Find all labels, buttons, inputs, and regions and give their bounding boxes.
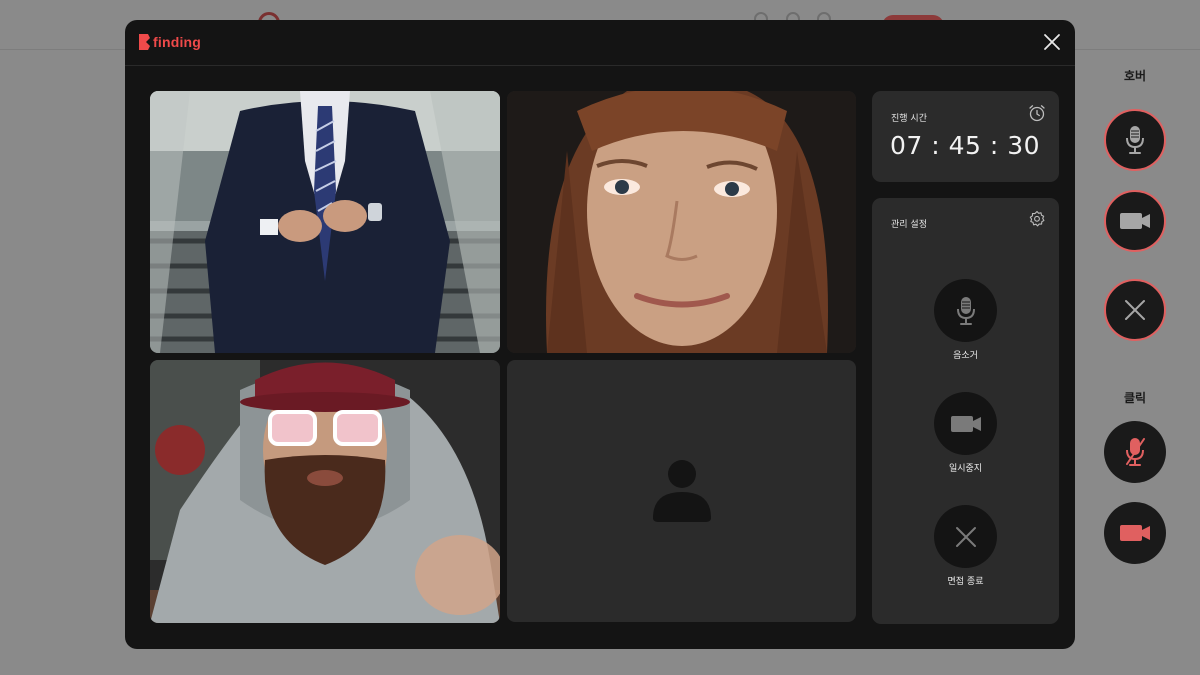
management-settings-label: 관리 설정 (891, 220, 927, 230)
brand-mark-icon (139, 34, 150, 50)
pause-video-button[interactable] (934, 392, 997, 455)
microphone-icon (1126, 126, 1144, 154)
elapsed-time-value: 07 : 45 : 30 (890, 131, 1041, 160)
clicked-mute-button[interactable] (1104, 421, 1166, 483)
clicked-video-button[interactable] (1104, 502, 1166, 564)
modal-header: finding (125, 20, 1075, 66)
pause-label: 일시중지 (948, 464, 983, 474)
close-modal-button[interactable] (1043, 33, 1061, 51)
hover-end-button[interactable] (1104, 279, 1166, 341)
hover-mute-button[interactable] (1104, 109, 1166, 171)
elapsed-time-panel: 진행 시간 07 : 45 : 30 (872, 91, 1059, 182)
video-camera-icon (1120, 213, 1150, 229)
end-interview-control: 면접 종료 (934, 505, 997, 587)
user-silhouette-icon (653, 460, 711, 522)
participant-placeholder-tile (507, 360, 856, 622)
close-icon (955, 526, 976, 547)
participant-video-woman (507, 91, 856, 353)
elapsed-time-label: 진행 시간 (891, 114, 927, 124)
end-interview-button[interactable] (934, 505, 997, 568)
video-camera-icon (1120, 525, 1150, 541)
click-state-title: 클릭 (1123, 391, 1147, 405)
microphone-icon (956, 296, 975, 325)
mute-control: 음소거 (934, 279, 997, 361)
brand-logo: finding (139, 34, 201, 50)
mute-button[interactable] (934, 279, 997, 342)
participant-video-hoodie (150, 360, 500, 623)
pause-control: 일시중지 (934, 392, 997, 474)
video-interview-modal: finding 진행 시간 07: 45: 30 관리 설정 음소거 일시중… (125, 20, 1075, 649)
mute-label: 음소거 (953, 351, 978, 361)
hover-state-title: 호버 (1123, 69, 1147, 83)
end-interview-label: 면접 종료 (947, 577, 984, 587)
close-icon (1125, 300, 1145, 320)
hover-video-button[interactable] (1104, 190, 1166, 252)
microphone-off-icon (1126, 438, 1145, 466)
video-camera-icon (950, 415, 981, 432)
participant-video-suit (150, 91, 500, 353)
gear-icon[interactable] (1028, 210, 1046, 228)
management-settings-panel: 관리 설정 음소거 일시중지 면접 종료 (872, 198, 1059, 624)
brand-name: finding (153, 34, 202, 50)
close-icon (1044, 34, 1060, 50)
alarm-clock-icon (1028, 104, 1046, 122)
